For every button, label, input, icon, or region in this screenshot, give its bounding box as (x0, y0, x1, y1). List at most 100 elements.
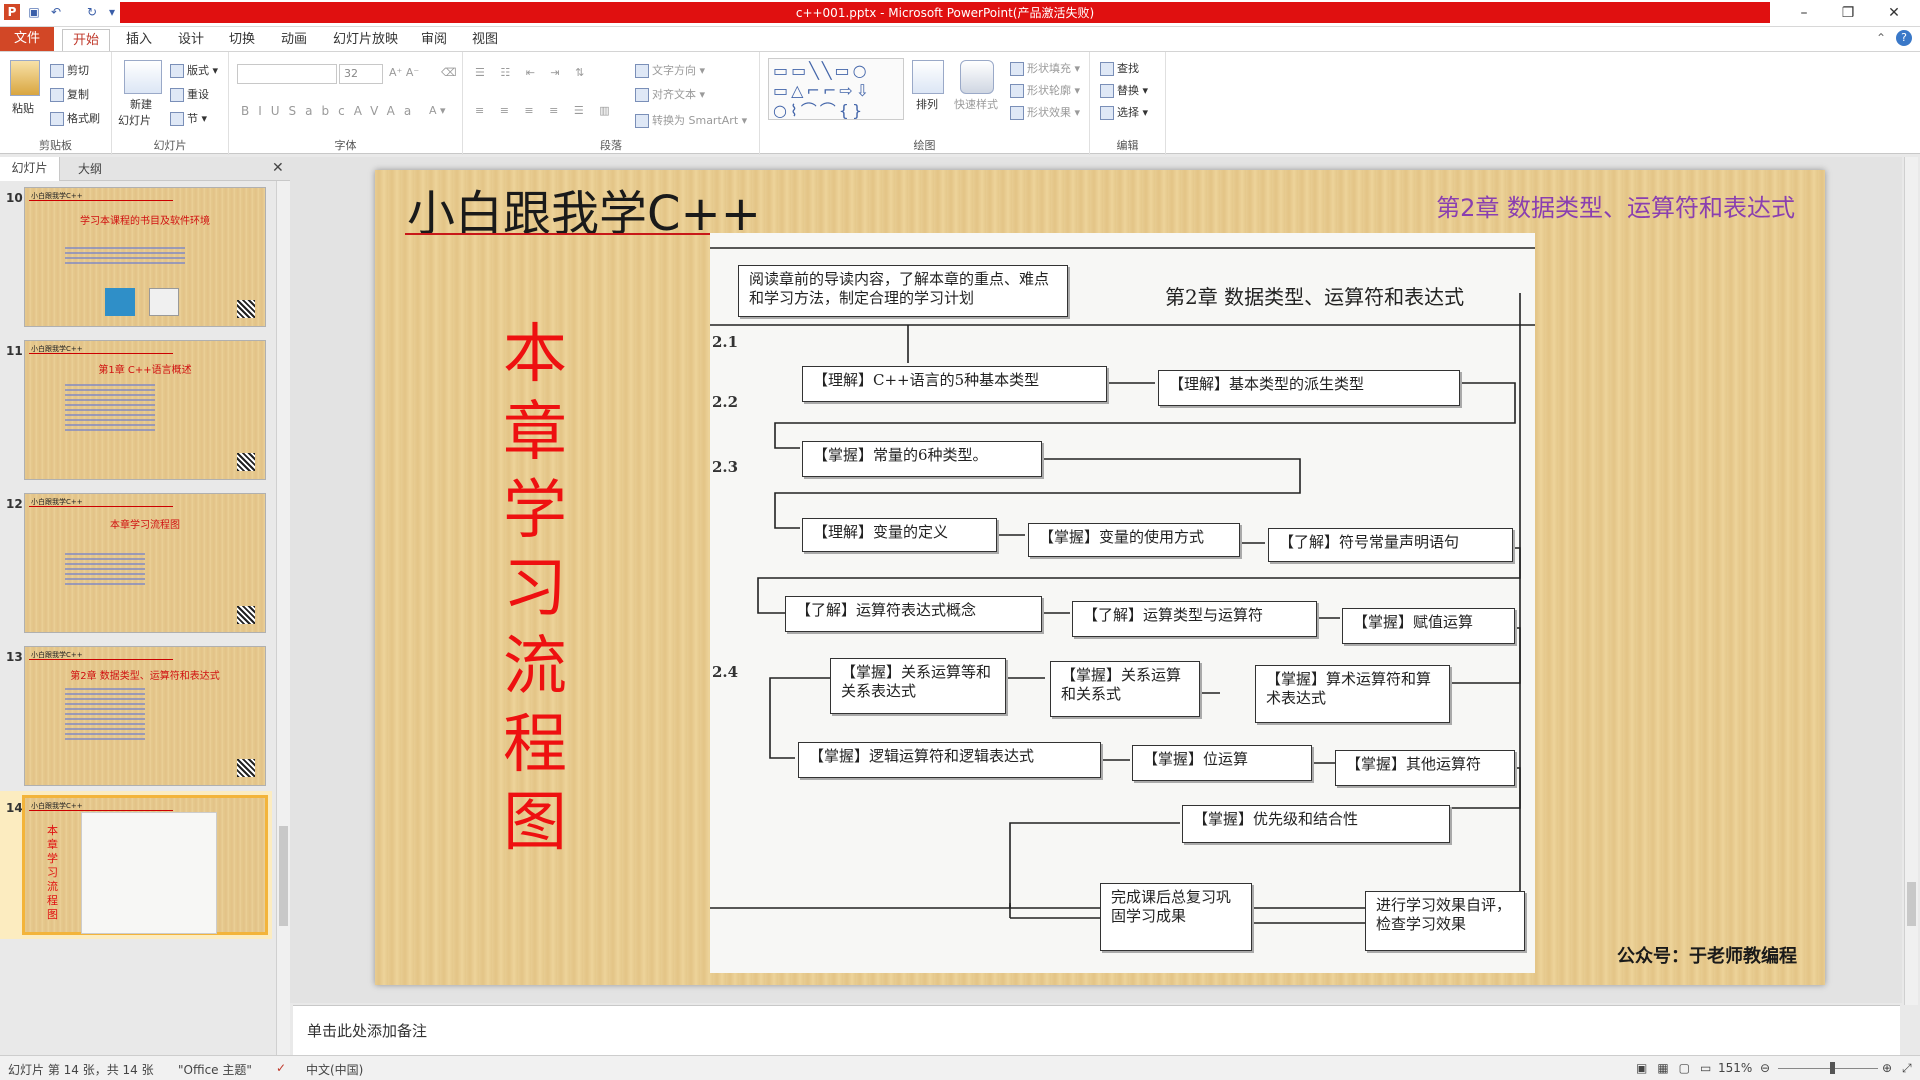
text-direction-button[interactable]: 文字方向 ▾ (635, 62, 705, 78)
customize-quick-access-icon[interactable]: ▾ (104, 4, 120, 20)
shape-effects-button[interactable]: 形状效果 ▾ (1010, 104, 1080, 120)
flow-box: 【理解】C++语言的5种基本类型 (802, 366, 1107, 402)
tab-review[interactable]: 审阅 (411, 29, 457, 51)
help-icon[interactable]: ? (1896, 30, 1912, 46)
cursor-icon (1100, 106, 1114, 120)
flow-box: 【掌握】其他运算符 (1335, 750, 1515, 786)
flow-box: 【了解】运算符表达式概念 (785, 596, 1042, 632)
slide-thumbnail[interactable]: 小白跟我学C++ 第2章 数据类型、运算符和表达式 (24, 646, 266, 786)
tab-view[interactable]: 视图 (462, 29, 508, 51)
zoom-in-icon[interactable]: ⊕ (1882, 1061, 1892, 1075)
tab-animations[interactable]: 动画 (271, 29, 317, 51)
save-icon[interactable]: ▣ (26, 4, 42, 20)
text-direction-icon (635, 64, 649, 78)
replace-button[interactable]: 替换 ▾ (1100, 82, 1148, 98)
language-indicator[interactable]: 中文(中国) (306, 1061, 363, 1078)
tab-slides[interactable]: 幻灯片 (0, 157, 60, 181)
collapse-ribbon-icon[interactable]: ⌃ (1876, 31, 1886, 45)
section-icon (170, 112, 184, 126)
arrange-icon[interactable] (912, 60, 944, 94)
cut-button[interactable]: 剪切 (50, 62, 89, 78)
tab-file[interactable]: 文件 (0, 27, 54, 51)
format-painter-button[interactable]: 格式刷 (50, 110, 100, 126)
minimize-button[interactable]: – (1783, 0, 1825, 26)
select-button[interactable]: 选择 ▾ (1100, 104, 1148, 120)
reset-button[interactable]: 重设 (170, 86, 209, 102)
clear-format-icon[interactable]: ⌫ (441, 66, 457, 79)
convert-smartart-button[interactable]: 转换为 SmartArt ▾ (635, 112, 747, 128)
tab-insert[interactable]: 插入 (116, 29, 162, 51)
grow-font-icon[interactable]: A⁺ A⁻ (389, 66, 419, 79)
flow-box: 【理解】基本类型的派生类型 (1158, 370, 1460, 406)
restore-button[interactable]: ❐ (1827, 0, 1869, 26)
close-pane-icon[interactable]: ✕ (272, 160, 284, 176)
tab-outline[interactable]: 大纲 (78, 160, 102, 177)
slide-thumbnail[interactable]: 小白跟我学C++ 学习本课程的书目及软件环境 (24, 187, 266, 327)
window-title: c++001.pptx - Microsoft PowerPoint(产品激活失… (795, 6, 1095, 20)
font-color-icon[interactable]: A ▾ (429, 104, 446, 117)
vertical-title: 本章学习流程图 (503, 318, 567, 860)
section-button[interactable]: 节 ▾ (170, 110, 207, 126)
editor-scrollbar[interactable] (1904, 157, 1918, 1005)
close-button[interactable]: ✕ (1873, 0, 1915, 26)
flow-box: 【掌握】位运算 (1132, 745, 1312, 781)
slide[interactable]: 小白跟我学C++ 第2章 数据类型、运算符和表达式 本章学习流程图 公众号：于老… (375, 170, 1825, 985)
slide-thumbnail[interactable]: 小白跟我学C++ 本章学习流程图 (24, 493, 266, 633)
notes-placeholder[interactable]: 单击此处添加备注 (307, 1020, 427, 1041)
fill-icon (1010, 62, 1024, 76)
flowchart-image[interactable]: 阅读章前的导读内容，了解本章的重点、难点和学习方法，制定合理的学习计划 第2章 … (710, 233, 1535, 973)
scroll-thumb[interactable] (279, 826, 288, 926)
quick-styles-button[interactable]: 快速样式 (954, 96, 998, 112)
drawing-label: 绘图 (913, 139, 936, 152)
spellcheck-icon[interactable]: ✓ (276, 1061, 286, 1075)
paste-icon[interactable] (10, 60, 40, 96)
outline-icon (1010, 84, 1024, 98)
qr-code-icon (237, 300, 255, 318)
shape-outline-button[interactable]: 形状轮廓 ▾ (1010, 82, 1080, 98)
new-slide-label[interactable]: 幻灯片 (118, 112, 151, 128)
font-size-field[interactable]: 32 (339, 64, 383, 84)
copy-button[interactable]: 复制 (50, 86, 89, 102)
new-slide-button[interactable]: 新建 (130, 96, 152, 112)
thumb-text-lines (65, 685, 145, 743)
font-format-icons[interactable]: BIUSabcAVAa (241, 104, 420, 118)
align-icons[interactable]: ≡ ≡ ≡ ≡ ☰ ▥ (475, 104, 616, 117)
undo-icon[interactable]: ↶ (48, 4, 64, 20)
redo-icon[interactable]: ↻ (84, 4, 100, 20)
group-editing: 查找 替换 ▾ 选择 ▾ 编辑 (1090, 52, 1166, 155)
slides-label: 幻灯片 (153, 139, 187, 152)
layout-icon (170, 64, 184, 78)
arrange-button[interactable]: 排列 (916, 96, 938, 112)
slide-thumbnail-selected[interactable]: 小白跟我学C++ 本章学习流程图 (22, 795, 268, 935)
slide-number: 14 (6, 801, 23, 815)
layout-button[interactable]: 版式 ▾ (170, 62, 218, 78)
find-button[interactable]: 查找 (1100, 60, 1139, 76)
flow-box-intro: 阅读章前的导读内容，了解本章的重点、难点和学习方法，制定合理的学习计划 (738, 265, 1068, 317)
slide-thumbnail[interactable]: 小白跟我学C++ 第1章 C++语言概述 (24, 340, 266, 480)
tab-design[interactable]: 设计 (168, 29, 214, 51)
flow-box: 完成课后总复习巩固学习成果 (1100, 883, 1252, 951)
shapes-gallery[interactable]: ▭▭╲╲▭○ ▭△⌐⌐⇨⇩ ○⌇⌒⌒{} (768, 58, 904, 120)
notes-pane[interactable]: 单击此处添加备注 (293, 1005, 1900, 1055)
thumbnail-scrollbar[interactable] (276, 181, 290, 1055)
font-name-field[interactable] (237, 64, 337, 84)
zoom-slider[interactable] (1778, 1068, 1878, 1069)
zoom-out-icon[interactable]: ⊖ (1760, 1061, 1770, 1075)
shape-fill-button[interactable]: 形状填充 ▾ (1010, 60, 1080, 76)
new-slide-icon[interactable] (124, 60, 162, 94)
replace-icon (1100, 84, 1114, 98)
align-text-button[interactable]: 对齐文本 ▾ (635, 86, 705, 102)
scroll-thumb[interactable] (1907, 882, 1916, 926)
list-icons[interactable]: ☰ ☷ ⇤ ⇥ ⇅ (475, 66, 590, 79)
tab-slideshow[interactable]: 幻灯片放映 (323, 29, 408, 51)
zoom-slider-thumb[interactable] (1830, 1062, 1835, 1074)
paste-button[interactable]: 粘贴 (12, 100, 34, 116)
view-buttons[interactable]: ▣▦▢▭ (1636, 1061, 1721, 1075)
tab-home[interactable]: 开始 (62, 29, 111, 51)
slide-number: 12 (6, 497, 23, 511)
ribbon: 粘贴 剪切 复制 格式刷 剪贴板 新建 幻灯片 版式 ▾ 重设 节 ▾ 幻灯片 … (0, 51, 1920, 155)
fit-slide-icon[interactable]: ⤢ (1902, 1061, 1912, 1076)
zoom-level[interactable]: 151% (1718, 1061, 1752, 1075)
quick-styles-icon[interactable] (960, 60, 994, 94)
tab-transitions[interactable]: 切换 (219, 29, 265, 51)
